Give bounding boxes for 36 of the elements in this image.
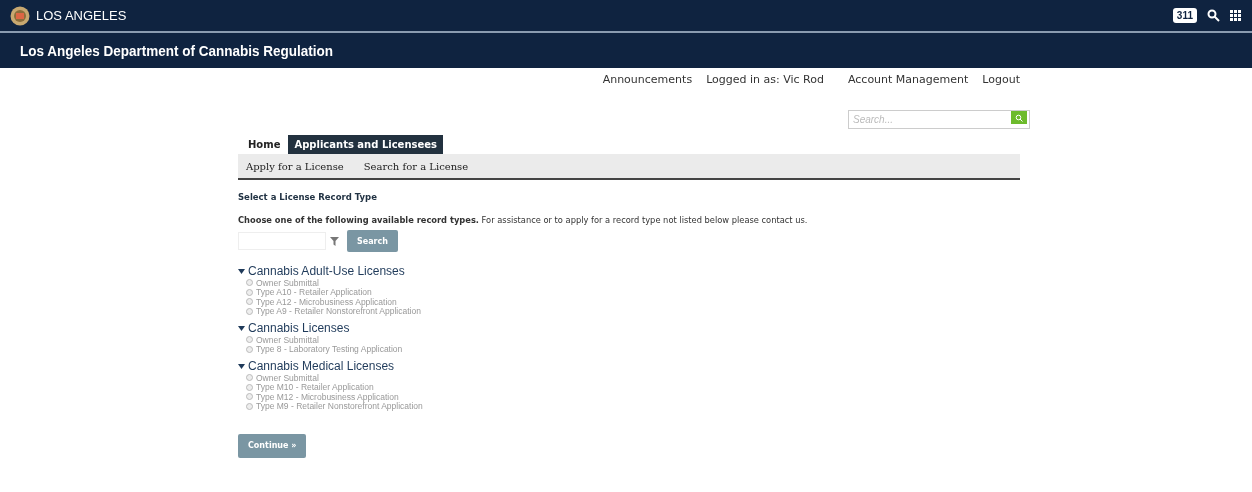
search-icon	[1015, 113, 1023, 122]
nav-link[interactable]: Account Management	[847, 73, 969, 108]
radio-button[interactable]	[246, 288, 253, 296]
sub-nav-link[interactable]: Apply for a License	[246, 160, 344, 172]
311-badge[interactable]: 311	[1172, 8, 1197, 23]
radio-button[interactable]	[246, 345, 253, 353]
group-title[interactable]: Cannabis Medical Licenses	[248, 359, 395, 373]
sub-nav-link[interactable]: Search for a License	[363, 160, 469, 172]
caret-icon[interactable]	[238, 363, 245, 369]
department-title: Los Angeles Department of Cannabis Regulation	[20, 42, 334, 59]
grid-menu-icon[interactable]	[1230, 9, 1242, 22]
brand-name[interactable]: LOS ANGELES	[36, 8, 127, 23]
search-button[interactable]	[1011, 111, 1027, 124]
search-icon[interactable]	[1207, 9, 1220, 22]
logged-in-user: Logged in as: Vic Rod	[706, 73, 824, 88]
search-field[interactable]: Search...	[848, 110, 1030, 129]
radio-button[interactable]	[246, 307, 253, 315]
radio-button[interactable]	[246, 298, 253, 306]
nav-link[interactable]: Announcements	[602, 73, 693, 108]
nav-tab[interactable]: Applicants and Licensees	[288, 135, 443, 154]
group-title[interactable]: Cannabis Adult-Use Licenses	[248, 264, 405, 278]
radio-button[interactable]	[246, 402, 253, 410]
caret-icon[interactable]	[238, 268, 245, 274]
group-title[interactable]: Cannabis Licenses	[248, 321, 350, 335]
radio-button[interactable]	[246, 336, 253, 344]
nav-link[interactable]: Logout	[982, 73, 1020, 108]
filter-icon[interactable]	[330, 236, 339, 246]
caret-icon[interactable]	[238, 325, 245, 331]
radio-button[interactable]	[246, 279, 253, 287]
radio-button[interactable]	[246, 374, 253, 382]
radio-button[interactable]	[246, 393, 253, 401]
city-seal-icon	[10, 5, 30, 26]
section-title: Select a License Record Type	[238, 192, 378, 202]
instructions-text: Choose one of the following available record types. For assistance or to apply for a record type not listed below please contact us.	[238, 215, 809, 225]
radio-button[interactable]	[246, 383, 253, 391]
nav-tab[interactable]: Home	[242, 135, 287, 154]
